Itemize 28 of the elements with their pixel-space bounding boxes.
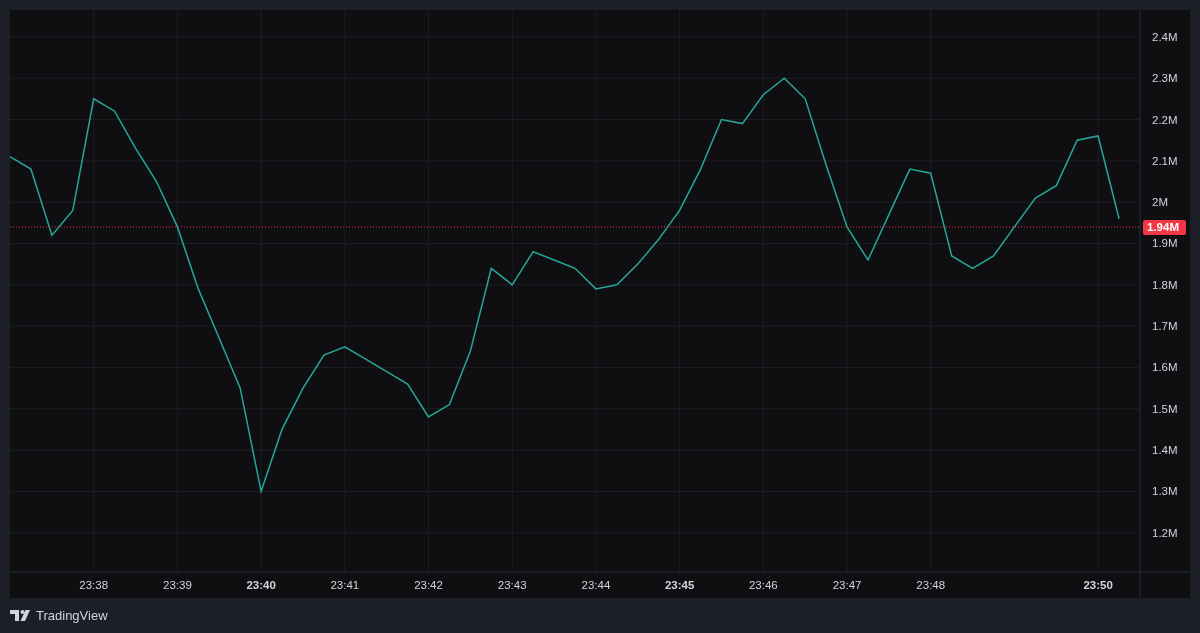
axis-label: 1.4M <box>1152 444 1178 457</box>
axis-label: 23:48 <box>916 579 946 591</box>
axis-label: 23:47 <box>832 579 862 591</box>
axis-label: 1.9M <box>1152 237 1178 250</box>
logo-icon <box>10 610 32 621</box>
axis-label: 23:39 <box>163 579 192 591</box>
brand-name: TradingView <box>36 608 108 623</box>
axis-label: 2.1M <box>1152 154 1178 167</box>
axis-label: 23:50 <box>1083 579 1113 591</box>
axis-label: 23:41 <box>330 579 360 591</box>
axis-label: 1.8M <box>1152 278 1178 291</box>
axis-label: 2.4M <box>1152 30 1178 43</box>
axis-label: 2.2M <box>1152 113 1178 126</box>
axis-label: 1.3M <box>1152 485 1178 498</box>
ref-line-label: 1.94M <box>1147 221 1179 234</box>
axis-label: 23:43 <box>497 579 527 591</box>
axis-label: 23:40 <box>246 579 276 591</box>
axis-label: 1.5M <box>1152 402 1178 415</box>
axis-label: 23:42 <box>414 579 443 591</box>
axis-label: 1.6M <box>1152 361 1178 374</box>
axis-label: 23:38 <box>79 579 109 591</box>
axis-label: 1.2M <box>1152 526 1178 539</box>
axis-label: 2M <box>1152 196 1168 209</box>
axis-label: 2.3M <box>1152 72 1178 85</box>
axis-label: 1.7M <box>1152 320 1178 333</box>
axis-label: 23:46 <box>748 579 778 591</box>
axis-label: 23:45 <box>664 579 695 591</box>
axis-label: 23:44 <box>581 579 611 591</box>
